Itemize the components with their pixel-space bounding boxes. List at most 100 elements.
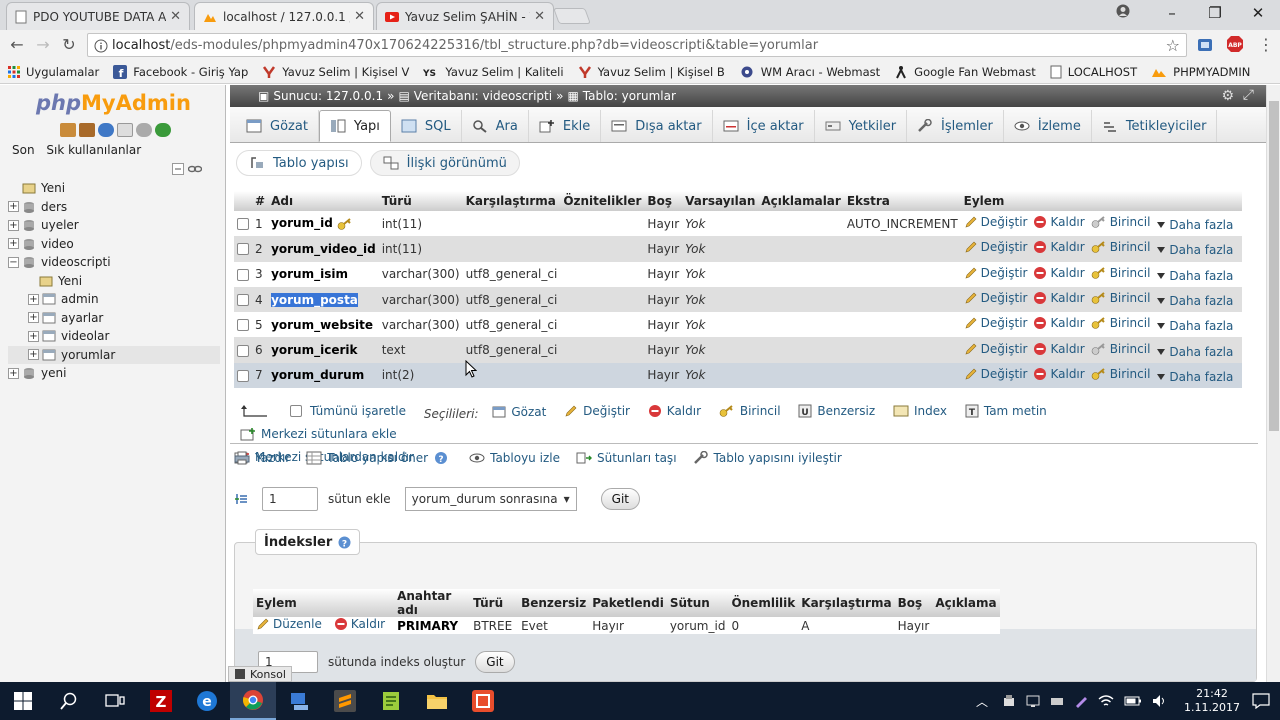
logout-icon[interactable] [79, 123, 95, 137]
index-drop-link[interactable]: Kaldır [334, 617, 385, 631]
more-dropdown[interactable]: Daha fazla [1156, 243, 1233, 257]
drop-link[interactable]: Kaldır [1033, 215, 1085, 229]
chrome-menu-icon[interactable]: ⋮ [1258, 35, 1274, 54]
collapse-all-icon[interactable] [172, 163, 184, 175]
bookmark-google-fan[interactable]: Google Fan Webmast [894, 65, 1036, 79]
adblock-icon[interactable]: ABP [1226, 35, 1244, 53]
move-columns-button[interactable]: Sütunları taşı [576, 451, 677, 465]
row-select-cell[interactable] [234, 211, 252, 237]
bulk-add-central-button[interactable]: Merkezi sütunlara ekle [240, 424, 397, 444]
bulk-unique-button[interactable]: U Benzersiz [798, 401, 875, 421]
tab-tracking[interactable]: İzleme [1004, 110, 1092, 142]
bookmark-yavuz-2[interactable]: YS Yavuz Selim | Kaliteli [423, 65, 563, 79]
table-row[interactable]: 6 yorum_icerik text utf8_general_ci Hayır Yok… [234, 337, 1243, 363]
drop-link[interactable]: Kaldır [1033, 266, 1085, 280]
primary-link[interactable]: Birincil [1091, 367, 1150, 381]
tray-monitor-icon[interactable] [1026, 694, 1040, 708]
bulk-index-button[interactable]: Index [893, 401, 947, 421]
phpmyadmin-logo[interactable]: phpMyAdmin [36, 91, 191, 115]
primary-link[interactable]: Birincil [1091, 215, 1150, 229]
reload-icon[interactable]: ↻ [58, 35, 80, 55]
collapse-icon[interactable]: − [8, 256, 19, 268]
search-icon[interactable] [46, 682, 92, 720]
tab-search[interactable]: Ara [462, 110, 529, 142]
header-collation[interactable]: Karşılaştırma [462, 191, 561, 211]
expand-icon[interactable]: + [28, 349, 39, 361]
change-link[interactable]: Değiştir [964, 266, 1027, 280]
drop-link[interactable]: Kaldır [1033, 316, 1085, 330]
expand-icon[interactable]: + [28, 312, 39, 324]
drop-link[interactable]: Kaldır [1033, 240, 1085, 254]
bulk-fulltext-button[interactable]: T Tam metin [965, 401, 1047, 421]
chevron-up-icon[interactable]: ︿ [976, 693, 988, 710]
tab-operations[interactable]: İşlemler [907, 110, 1004, 142]
tab-structure[interactable]: Yapı [318, 110, 391, 142]
tree-item-videoscripti[interactable]: − videoscripti [8, 253, 220, 272]
tree-item-video[interactable]: + video [8, 235, 220, 254]
docs-icon[interactable] [117, 123, 133, 137]
expand-icon[interactable]: + [8, 201, 19, 213]
close-tab-icon[interactable]: ✕ [354, 9, 365, 24]
settings-gear-icon[interactable] [136, 123, 152, 137]
header-number[interactable]: # [252, 191, 269, 211]
expand-icon[interactable]: + [8, 367, 19, 379]
tree-item-admin[interactable]: + admin [8, 290, 220, 309]
tree-item-yeni[interactable]: + yeni [8, 364, 220, 383]
bookmark-apps[interactable]: Uygulamalar [8, 65, 99, 79]
bookmark-phpmyadmin[interactable]: PHPMYADMIN [1151, 65, 1250, 79]
header-comments[interactable]: Açıklamalar [758, 191, 844, 211]
recent-tab[interactable]: Son [12, 143, 35, 157]
change-link[interactable]: Değiştir [964, 215, 1027, 229]
tree-item-ders[interactable]: + ders [8, 198, 220, 217]
console-toggle[interactable]: Konsol [228, 666, 292, 682]
add-column-go-button[interactable]: Git [600, 488, 640, 510]
bulk-drop-button[interactable]: Kaldır [648, 401, 701, 421]
tray-wifi-icon[interactable] [1098, 694, 1114, 708]
header-default[interactable]: Varsayılan [682, 191, 759, 211]
more-dropdown[interactable]: Daha fazla [1156, 269, 1233, 283]
tab-browse[interactable]: Gözat [236, 110, 319, 142]
drop-link[interactable]: Kaldır [1033, 367, 1085, 381]
tree-item-new-table[interactable]: Yeni [8, 272, 220, 291]
track-table-button[interactable]: Tabloyu izle [469, 451, 560, 465]
more-dropdown[interactable]: Daha fazla [1156, 370, 1233, 384]
header-null[interactable]: Boş [644, 191, 683, 211]
primary-link[interactable]: Birincil [1091, 342, 1150, 356]
browser-tab-pdo[interactable]: PDO YOUTUBE DATA APİ ✕ [6, 2, 190, 30]
address-bar[interactable]: localhost/eds-modules/phpmyadmin470x1706… [87, 33, 1187, 57]
bookmark-localhost[interactable]: LOCALHOST [1050, 65, 1137, 79]
forward-arrow-icon[interactable]: → [32, 35, 54, 55]
index-edit-link[interactable]: Düzenle [256, 617, 322, 631]
print-button[interactable]: Yazdır [234, 451, 290, 465]
row-select-cell[interactable] [234, 362, 252, 389]
index-edit-cell[interactable]: Düzenle [253, 617, 331, 634]
subtab-relation-view[interactable]: İlişki görünümü [369, 150, 520, 176]
screen-recorder-icon[interactable] [460, 682, 506, 720]
bulk-change-button[interactable]: Değiştir [564, 401, 630, 421]
change-link[interactable]: Değiştir [964, 342, 1027, 356]
favorites-tab[interactable]: Sık kullanılanlar [46, 143, 141, 157]
add-column-count-input[interactable]: 1 [262, 487, 318, 511]
breadcrumb-table[interactable]: Tablo: yorumlar [583, 89, 676, 103]
row-checkbox[interactable] [237, 218, 249, 231]
row-checkbox[interactable] [237, 243, 249, 256]
tab-sql[interactable]: SQL [391, 110, 462, 142]
change-link[interactable]: Değiştir [964, 316, 1027, 330]
restore-icon[interactable]: ❐ [1203, 4, 1227, 22]
expand-icon[interactable]: + [8, 219, 19, 231]
check-all[interactable]: Tümünü işaretle [240, 401, 406, 421]
table-row[interactable]: 4 yorum_posta varchar(300) utf8_general_ci H… [234, 286, 1243, 313]
network-app-icon[interactable] [276, 682, 322, 720]
subtab-table-structure[interactable]: Tablo yapısı [236, 150, 362, 176]
check-all-checkbox[interactable] [290, 405, 302, 417]
new-tab-button[interactable] [553, 8, 591, 24]
bulk-primary-button[interactable]: Birincil [719, 401, 781, 421]
extension-icon[interactable] [1196, 36, 1214, 54]
tray-battery-icon[interactable] [1124, 695, 1142, 707]
help-icon[interactable]: ? [434, 451, 448, 465]
table-row[interactable]: 3 yorum_isim varchar(300) utf8_general_ci Ha… [234, 261, 1243, 287]
more-dropdown[interactable]: Daha fazla [1156, 218, 1233, 232]
task-view-icon[interactable] [92, 682, 138, 720]
tab-export[interactable]: Dışa aktar [601, 110, 713, 142]
expand-icon[interactable]: + [28, 293, 39, 305]
